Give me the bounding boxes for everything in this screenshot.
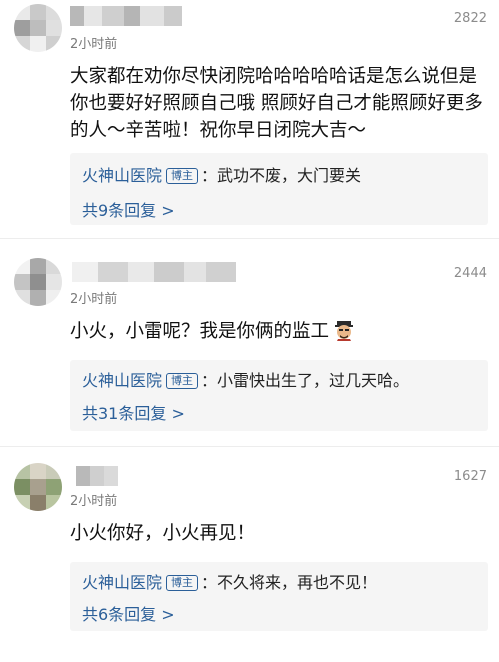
comment-time: 2小时前 [70,37,118,52]
like-count[interactable]: 2822 [454,11,487,26]
divider [0,446,499,447]
reply-content: ：小雷快出生了，过几天哈。 [201,371,410,390]
comment-item: 2小时前 2444 小火，小雷呢？我是你俩的监工 火神山医院 博主 ：小雷快出生了，… [0,241,499,441]
reply-line: 火神山医院 博主 ：不久将来，再也不见！ [82,572,377,594]
reply-author[interactable]: 火神山医院 [82,371,162,390]
comment-text-content: 小火，小雷呢？我是你俩的监工 [70,321,330,342]
avatar[interactable] [14,258,62,306]
comment-text: 大家都在劝你尽快闭院哈哈哈哈哈话是怎么说但是你也要好好照顾自己哦 照顾好自己才能… [70,66,483,141]
comment-item: 2小时前 2822 大家都在劝你尽快闭院哈哈哈哈哈话是怎么说但是你也要好好照顾自… [0,0,499,226]
comment-time: 2小时前 [70,494,118,509]
like-count[interactable]: 1627 [454,469,487,484]
view-replies-link[interactable]: 共9条回复 > [82,197,175,221]
reply-box[interactable]: 火神山医院 博主 ：武功不废，大门要关 共9条回复 > [70,153,488,225]
comment-item: 2小时前 1627 小火你好，小火再见！ 火神山医院 博主 ：不久将来，再也不见！ … [0,448,499,662]
view-replies-link[interactable]: 共6条回复 > [82,601,175,625]
comment-time: 2小时前 [70,292,118,307]
reply-content: ：不久将来，再也不见！ [201,573,378,592]
blogger-badge: 博主 [166,575,199,591]
reply-box[interactable]: 火神山医院 博主 ：小雷快出生了，过几天哈。 共31条回复 > [70,360,488,431]
like-count[interactable]: 2444 [454,266,487,281]
reply-box[interactable]: 火神山医院 博主 ：不久将来，再也不见！ 共6条回复 > [70,562,488,631]
reply-author[interactable]: 火神山医院 [82,166,162,185]
reply-content: ：武功不废，大门要关 [201,166,362,185]
reply-line: 火神山医院 博主 ：小雷快出生了，过几天哈。 [82,370,409,392]
supervisor-emoji-icon [335,321,354,341]
avatar[interactable] [14,463,62,511]
reply-line: 火神山医院 博主 ：武功不废，大门要关 [82,165,361,187]
view-replies-link[interactable]: 共31条回复 > [82,400,185,424]
username-blurred[interactable] [72,262,236,282]
divider [0,238,499,239]
comment-text: 小火你好，小火再见！ [70,523,256,544]
comment-text: 小火，小雷呢？我是你俩的监工 [70,318,490,345]
username-blurred[interactable] [70,6,182,26]
blogger-badge: 博主 [166,373,199,389]
blogger-badge: 博主 [166,168,199,184]
reply-author[interactable]: 火神山医院 [82,573,162,592]
avatar[interactable] [14,4,62,52]
username-blurred[interactable] [76,466,118,486]
